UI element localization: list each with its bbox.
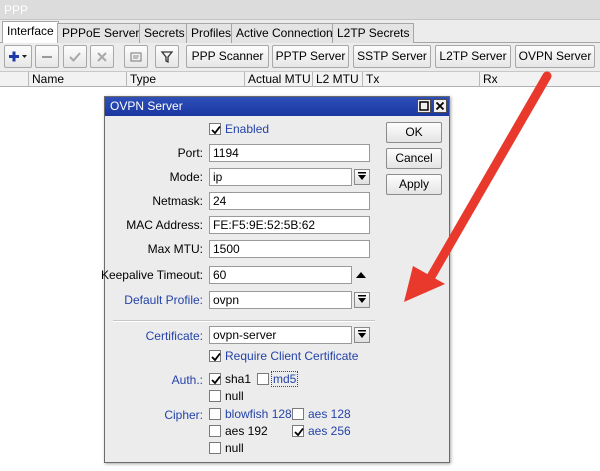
max-mtu-input[interactable]: 1500: [209, 240, 370, 258]
ovpn-server-dialog: OVPN Server Enabled Port: 1194 Mode: ip …: [100, 96, 450, 463]
keepalive-timeout-input[interactable]: 60: [209, 266, 352, 284]
checkmark-icon: [211, 125, 221, 135]
dropdown-icon: [358, 295, 366, 303]
column-tx[interactable]: Tx: [362, 72, 479, 87]
auth-md5-checkbox[interactable]: [257, 373, 269, 385]
mode-select[interactable]: ip: [209, 168, 352, 186]
auth-label: Auth.:: [171, 373, 203, 387]
require-client-certificate-label: Require Client Certificate: [225, 349, 359, 363]
cipher-blowfish-128-label: blowfish 128: [225, 407, 292, 421]
spin-up-icon[interactable]: [355, 270, 367, 280]
mode-dropdown-button[interactable]: [354, 169, 370, 185]
ovpn-server-button[interactable]: OVPN Server: [515, 45, 595, 68]
close-button[interactable]: [433, 99, 447, 113]
auth-null-checkbox[interactable]: [209, 390, 221, 402]
dialog-title: OVPN Server: [110, 99, 183, 113]
cipher-aes-192-checkbox[interactable]: [209, 425, 221, 437]
ppp-scanner-button[interactable]: PPP Scanner: [186, 45, 269, 68]
column-rx[interactable]: Rx: [479, 72, 600, 87]
max-mtu-label: Max MTU:: [147, 242, 203, 256]
apply-button[interactable]: Apply: [386, 174, 442, 195]
mac-address-input[interactable]: FE:F5:9E:52:5B:62: [209, 216, 370, 234]
default-profile-label: Default Profile:: [124, 293, 203, 307]
dropdown-icon: [358, 330, 366, 338]
cancel-button[interactable]: Cancel: [386, 148, 442, 169]
port-label: Port:: [177, 146, 203, 160]
netmask-input[interactable]: 24: [209, 192, 370, 210]
tab-secrets[interactable]: Secrets: [139, 23, 190, 43]
certificate-dropdown-button[interactable]: [354, 327, 370, 343]
certificate-label: Certificate:: [145, 329, 203, 343]
add-icon: [9, 51, 27, 62]
column-l2-mtu[interactable]: L2 MTU: [312, 72, 362, 87]
remove-icon: [42, 56, 52, 58]
close-icon: [435, 101, 445, 111]
column-name[interactable]: Name: [28, 72, 126, 87]
window-title: PPP: [4, 3, 29, 17]
disable-icon: [97, 52, 107, 62]
tab-interface[interactable]: Interface: [2, 21, 59, 44]
sstp-server-button[interactable]: SSTP Server: [353, 45, 431, 68]
cipher-label: Cipher:: [164, 408, 203, 422]
default-profile-select[interactable]: ovpn: [209, 291, 352, 309]
enabled-label: Enabled: [225, 122, 270, 136]
tab-profiles[interactable]: Profiles: [186, 23, 237, 43]
cipher-aes-192-label: aes 192: [225, 424, 268, 438]
cipher-null-label: null: [225, 441, 244, 455]
disable-button[interactable]: [90, 45, 114, 68]
enable-button[interactable]: [63, 45, 87, 68]
toolbar: PPP Scanner PPTP Server SSTP Server L2TP…: [0, 43, 600, 71]
dialog-titlebar[interactable]: OVPN Server: [105, 97, 449, 116]
filter-icon: [160, 51, 174, 64]
add-button[interactable]: [4, 45, 32, 68]
cipher-null-checkbox[interactable]: [209, 442, 221, 454]
auth-md5-label: md5: [271, 371, 299, 387]
auth-sha1-label: sha1: [225, 372, 252, 386]
auth-sha1-checkbox[interactable]: [209, 373, 221, 385]
port-input[interactable]: 1194: [209, 144, 370, 162]
maximize-icon: [419, 101, 429, 111]
remove-button[interactable]: [35, 45, 59, 68]
tab-active-connections[interactable]: Active Connections: [231, 23, 344, 43]
section-divider: [113, 320, 375, 322]
cipher-aes-256-checkbox[interactable]: [292, 425, 304, 437]
column-header-row: Name Type Actual MTU L2 MTU Tx Rx: [0, 71, 600, 87]
column-type[interactable]: Type: [126, 72, 244, 87]
cipher-aes-128-label: aes 128: [308, 407, 351, 421]
checkmark-icon: [294, 427, 304, 437]
tab-pppoe-servers[interactable]: PPPoE Servers: [57, 23, 151, 43]
mac-address-label: MAC Address:: [126, 218, 203, 232]
l2tp-server-button[interactable]: L2TP Server: [435, 45, 511, 68]
checkmark-icon: [211, 352, 221, 362]
maximize-button[interactable]: [417, 99, 431, 113]
window-titlebar: PPP: [0, 0, 600, 20]
cipher-aes-128-checkbox[interactable]: [292, 408, 304, 420]
enabled-checkbox[interactable]: [209, 123, 221, 135]
tab-bar: Interface PPPoE Servers Secrets Profiles…: [0, 20, 600, 44]
certificate-select[interactable]: ovpn-server: [209, 326, 352, 344]
auth-null-label: null: [225, 389, 244, 403]
checkmark-icon: [211, 375, 221, 385]
mode-label: Mode:: [169, 170, 203, 184]
require-client-certificate-checkbox[interactable]: [209, 350, 221, 362]
profile-dropdown-button[interactable]: [354, 292, 370, 308]
cipher-blowfish-128-checkbox[interactable]: [209, 408, 221, 420]
comment-button[interactable]: [124, 45, 148, 68]
cipher-aes-256-label: aes 256: [308, 424, 351, 438]
dropdown-icon: [358, 172, 366, 180]
netmask-label: Netmask:: [152, 194, 203, 208]
column-actual-mtu[interactable]: Actual MTU: [244, 72, 312, 87]
enable-icon: [69, 52, 81, 62]
tab-l2tp-secrets[interactable]: L2TP Secrets: [332, 23, 415, 43]
ok-button[interactable]: OK: [386, 122, 442, 143]
keepalive-timeout-label: Keepalive Timeout:: [100, 268, 203, 282]
filter-button[interactable]: [155, 45, 179, 68]
comment-icon: [130, 52, 142, 62]
pptp-server-button[interactable]: PPTP Server: [272, 45, 349, 68]
